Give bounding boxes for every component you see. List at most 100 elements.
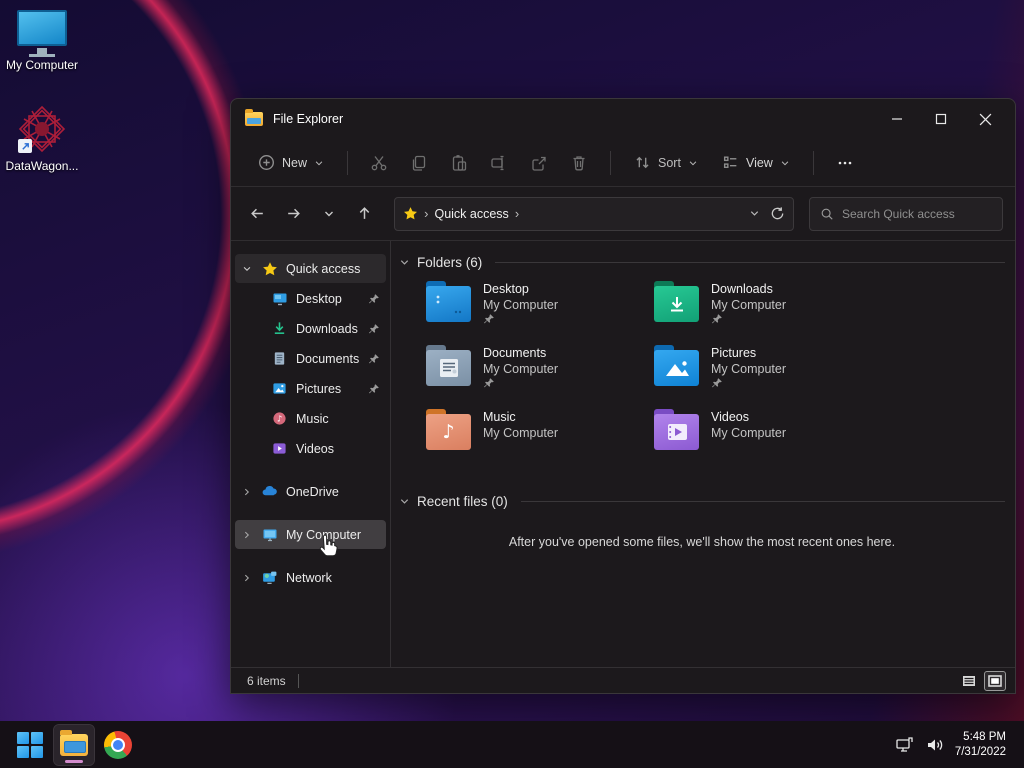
toolbar-divider	[347, 150, 349, 175]
download-icon	[271, 321, 288, 336]
tile-name: Downloads	[711, 282, 773, 296]
search-input[interactable]	[841, 206, 992, 221]
folder-tile-music[interactable]: ♪ Music My Computer	[426, 408, 654, 472]
folder-tile-desktop[interactable]: Desktop My Computer	[426, 280, 654, 344]
sidebar-item-network[interactable]: Network	[235, 563, 386, 592]
app-folder-icon	[245, 109, 263, 126]
sidebar-item-label: Pictures	[296, 381, 342, 396]
sidebar-item-quick-access[interactable]: Quick access	[235, 254, 386, 283]
breadcrumb-separator: ›	[424, 206, 429, 221]
sort-button[interactable]: Sort	[625, 147, 707, 178]
address-bar-row: › Quick access ›	[231, 187, 1015, 241]
music-icon: ♪	[271, 411, 288, 426]
sidebar-item-downloads[interactable]: Downloads	[235, 314, 386, 343]
chevron-down-icon	[315, 160, 323, 165]
sidebar-item-label: Videos	[296, 441, 334, 456]
documents-folder-icon	[426, 345, 471, 386]
sidebar-item-pictures[interactable]: Pictures	[235, 374, 386, 403]
desktop-icon-my-computer[interactable]: My Computer	[0, 10, 84, 72]
address-dropdown-icon[interactable]	[749, 208, 760, 219]
refresh-icon[interactable]	[770, 206, 785, 221]
folders-section-header[interactable]: Folders (6)	[399, 255, 1005, 270]
tile-name: Desktop	[483, 282, 529, 296]
folder-tile-videos[interactable]: Videos My Computer	[654, 408, 882, 472]
pictures-folder-icon	[654, 345, 699, 386]
section-divider	[495, 262, 1005, 263]
star-icon	[261, 261, 278, 277]
search-box[interactable]	[808, 196, 1003, 231]
sidebar-item-label: Music	[296, 411, 329, 426]
sidebar-item-onedrive[interactable]: OneDrive	[235, 477, 386, 506]
breadcrumb-quick-access[interactable]: Quick access	[434, 207, 508, 221]
paste-button[interactable]	[442, 148, 476, 178]
cut-button[interactable]	[362, 148, 396, 178]
large-thumbnails-view-button[interactable]	[984, 670, 1006, 691]
sidebar-item-videos[interactable]: Videos	[235, 434, 386, 463]
recent-files-section-header[interactable]: Recent files (0)	[399, 494, 1005, 509]
folder-tile-pictures[interactable]: Pictures My Computer	[654, 344, 882, 408]
pin-icon	[368, 293, 380, 305]
sidebar-item-label: Downloads	[296, 321, 358, 336]
share-button[interactable]	[522, 148, 556, 178]
up-button[interactable]	[350, 199, 379, 229]
tile-location: My Computer	[711, 298, 787, 312]
video-icon	[271, 441, 288, 456]
section-divider	[520, 501, 1005, 502]
folders-header-label: Folders (6)	[417, 255, 483, 270]
chevron-right-icon[interactable]	[241, 487, 253, 497]
sort-button-label: Sort	[658, 155, 681, 170]
recent-locations-button[interactable]	[315, 199, 344, 229]
computer-icon	[261, 527, 278, 543]
taskbar: 5:48 PM 7/31/2022	[0, 721, 1024, 768]
taskbar-file-explorer-button[interactable]	[53, 723, 95, 766]
see-more-button[interactable]	[828, 148, 862, 178]
sidebar-item-label: Desktop	[296, 291, 342, 306]
chevron-down-icon	[689, 160, 697, 165]
music-note-glyph: ♪	[442, 421, 455, 443]
chevron-down-icon[interactable]	[241, 264, 253, 274]
recent-files-header-label: Recent files (0)	[417, 494, 508, 509]
maximize-button[interactable]	[919, 101, 963, 137]
details-view-button[interactable]	[959, 672, 979, 690]
minimize-button[interactable]	[875, 101, 919, 137]
back-button[interactable]	[243, 199, 272, 229]
sidebar-item-label: Documents	[296, 351, 360, 366]
desktop-wallpaper: My Computer DataWagon... File Explorer N…	[0, 0, 1024, 768]
sidebar-item-documents[interactable]: Documents	[235, 344, 386, 373]
taskbar-chrome-button[interactable]	[98, 725, 138, 765]
start-button[interactable]	[10, 725, 50, 765]
windows-logo-icon	[17, 731, 43, 758]
forward-button[interactable]	[279, 199, 308, 229]
copy-button[interactable]	[402, 148, 436, 178]
sidebar-item-my-computer[interactable]: My Computer	[235, 520, 386, 549]
quick-access-star-icon	[404, 207, 418, 220]
pin-icon	[368, 323, 380, 335]
sidebar-item-music[interactable]: ♪ Music	[235, 404, 386, 433]
sidebar-item-label: Network	[286, 570, 332, 585]
sidebar-item-desktop[interactable]: Desktop	[235, 284, 386, 313]
chevron-right-icon[interactable]	[241, 573, 253, 583]
tile-location: My Computer	[483, 298, 559, 312]
folder-tile-downloads[interactable]: Downloads My Computer	[654, 280, 882, 344]
taskbar-clock[interactable]: 5:48 PM 7/31/2022	[955, 730, 1006, 760]
network-tray-icon[interactable]	[895, 736, 915, 754]
address-bar[interactable]: › Quick access ›	[394, 196, 794, 231]
rename-button[interactable]	[482, 148, 516, 178]
recent-files-empty-message: After you've opened some files, we'll sh…	[508, 535, 896, 549]
clock-date: 7/31/2022	[954, 745, 1006, 758]
delete-button[interactable]	[562, 148, 596, 178]
pin-icon	[484, 378, 494, 388]
new-button[interactable]: New	[249, 147, 333, 178]
onedrive-cloud-icon	[261, 483, 278, 500]
folder-tile-documents[interactable]: Documents My Computer	[426, 344, 654, 408]
close-button[interactable]	[963, 101, 1007, 137]
volume-tray-icon[interactable]	[925, 736, 945, 754]
chevron-down-icon	[781, 160, 789, 165]
sidebar-item-label: OneDrive	[286, 484, 339, 499]
chevron-right-icon[interactable]	[241, 530, 253, 540]
desktop-icon-datawagon[interactable]: DataWagon...	[0, 103, 84, 173]
pin-icon	[484, 314, 494, 324]
mouse-cursor-hand	[319, 534, 338, 557]
view-button[interactable]: View	[713, 147, 799, 178]
title-bar[interactable]: File Explorer	[231, 99, 1015, 139]
